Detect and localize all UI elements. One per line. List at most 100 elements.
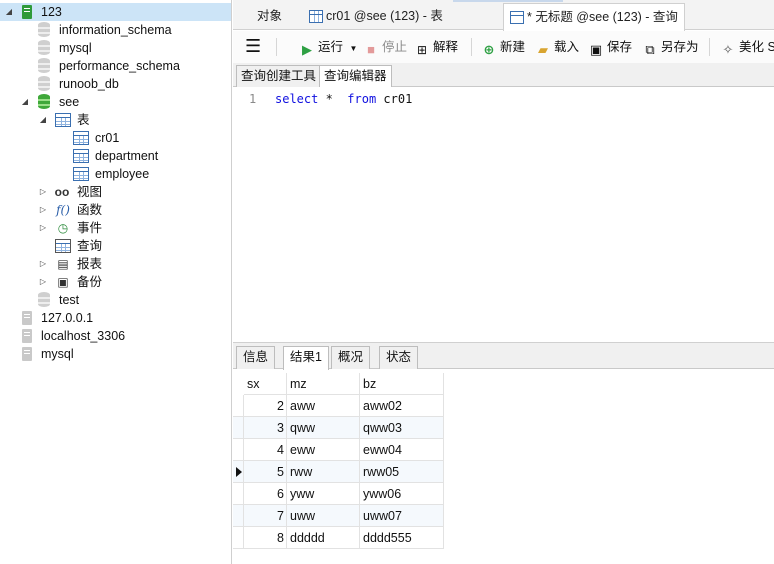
expand-arrow-icon[interactable]: ▷ [38, 187, 48, 197]
grid-cell-bz[interactable]: aww02 [360, 395, 444, 417]
tab-label: * 无标题 @see (123) - 查询 [527, 10, 678, 24]
tree-folder-backups[interactable]: ▷ ▣ 备份 [0, 273, 231, 291]
row-selector[interactable] [233, 417, 244, 439]
sql-keyword: select [275, 92, 319, 106]
tree-db-test[interactable]: test [0, 291, 231, 309]
collapse-arrow-icon[interactable]: ◢ [20, 97, 30, 107]
grid-cell-mz[interactable]: yww [287, 483, 360, 505]
menu-button[interactable]: ☰ [245, 37, 261, 57]
row-selector[interactable] [233, 461, 244, 483]
grid-cell-mz[interactable]: ddddd [287, 527, 360, 549]
new-label: 新建 [500, 40, 526, 54]
tree-db-mysql[interactable]: mysql [0, 39, 231, 57]
load-label: 载入 [554, 40, 580, 54]
tree-connection-localhost[interactable]: localhost_3306 [0, 327, 231, 345]
expand-arrow-icon[interactable]: ▷ [38, 259, 48, 269]
grid-cell-bz[interactable]: dddd555 [360, 527, 444, 549]
tree-connection-123[interactable]: ◢ 123 [0, 3, 231, 21]
tab-profile[interactable]: 概况 [331, 346, 371, 369]
tree-connection-mysql[interactable]: mysql [0, 345, 231, 363]
clock-icon: ◷ [57, 221, 69, 235]
magic-wand-icon: ✧ [722, 42, 734, 57]
tab-query-builder[interactable]: 查询创建工具 [236, 65, 322, 87]
save-button[interactable]: ▣ 保存 [588, 37, 632, 57]
tab-status[interactable]: 状态 [379, 346, 419, 369]
tree-label: 视图 [77, 185, 103, 199]
grid-cell-sx[interactable]: 6 [244, 483, 287, 505]
collapse-arrow-icon[interactable]: ◢ [4, 7, 14, 17]
tab-query-editor[interactable]: 查询编辑器 [319, 65, 392, 88]
tree-table-employee[interactable]: employee [0, 165, 231, 183]
explain-button[interactable]: ⊞ 解释 [414, 37, 458, 57]
tree-folder-views[interactable]: ▷ oo 视图 [0, 183, 231, 201]
expand-arrow-icon[interactable]: ▷ [38, 205, 48, 215]
expand-arrow-icon[interactable]: ▷ [38, 277, 48, 287]
tab-table-cr01[interactable]: cr01 @see (123) - 表 [303, 3, 449, 30]
grid-cell-mz[interactable]: eww [287, 439, 360, 461]
tree-label: 报表 [77, 257, 103, 271]
grid-cell-mz[interactable]: uww [287, 505, 360, 527]
row-selector[interactable] [233, 395, 244, 417]
tree-label: 123 [41, 5, 62, 19]
glasses-icon: oo [54, 185, 70, 199]
server-icon [22, 311, 32, 325]
grid-cell-bz[interactable]: rww05 [360, 461, 444, 483]
row-selector[interactable] [233, 439, 244, 461]
new-button[interactable]: ⊕ 新建 [481, 37, 525, 57]
grid-cell-bz[interactable]: eww04 [360, 439, 444, 461]
grid-cell-mz[interactable]: rww [287, 461, 360, 483]
tab-objects[interactable]: 对象 [251, 3, 288, 30]
load-button[interactable]: ▰ 载入 [535, 37, 579, 57]
stop-button[interactable]: ■ 停止 [363, 37, 407, 57]
tree-table-department[interactable]: department [0, 147, 231, 165]
grid-cell-sx[interactable]: 4 [244, 439, 287, 461]
tree-folder-queries[interactable]: 查询 [0, 237, 231, 255]
tab-untitled-query[interactable]: * 无标题 @see (123) - 查询 [503, 3, 685, 31]
dropdown-arrow-icon[interactable]: ▼ [350, 44, 358, 53]
new-query-icon: ⊕ [483, 42, 495, 57]
column-header-mz[interactable]: mz [287, 373, 360, 395]
tree-label: information_schema [59, 23, 172, 37]
tree-folder-functions[interactable]: ▷ f() 函数 [0, 201, 231, 219]
grid-cell-bz[interactable]: uww07 [360, 505, 444, 527]
grid-cell-sx[interactable]: 2 [244, 395, 287, 417]
grid-cell-sx[interactable]: 7 [244, 505, 287, 527]
tree-db-information-schema[interactable]: information_schema [0, 21, 231, 39]
grid-cell-sx[interactable]: 8 [244, 527, 287, 549]
column-header-sx[interactable]: sx [244, 373, 287, 395]
tree-table-cr01[interactable]: cr01 [0, 129, 231, 147]
tree-connection-127[interactable]: 127.0.0.1 [0, 309, 231, 327]
row-selector[interactable] [233, 527, 244, 549]
grid-cell-bz[interactable]: qww03 [360, 417, 444, 439]
run-button[interactable]: ▶ 运行 ▼ [299, 37, 357, 57]
tree-db-performance-schema[interactable]: performance_schema [0, 57, 231, 75]
tab-label: 状态 [386, 350, 412, 364]
server-icon [22, 347, 32, 361]
tree-folder-events[interactable]: ▷ ◷ 事件 [0, 219, 231, 237]
grid-cell-sx[interactable]: 3 [244, 417, 287, 439]
collapse-arrow-icon[interactable]: ◢ [38, 115, 48, 125]
result-grid[interactable]: sx mz bz 2 aww aww02 3 qww qww03 4 eww eww04 5 rww… [233, 370, 774, 564]
column-header-bz[interactable]: bz [360, 373, 444, 395]
grid-cell-bz[interactable]: yww06 [360, 483, 444, 505]
row-selector[interactable] [233, 483, 244, 505]
tree-db-runoob-db[interactable]: runoob_db [0, 75, 231, 93]
grid-cell-sx[interactable]: 5 [244, 461, 287, 483]
tab-result1[interactable]: 结果1 [283, 346, 329, 370]
tree-label: 备份 [77, 275, 103, 289]
row-selector[interactable] [233, 505, 244, 527]
save-as-button[interactable]: ⧉ 另存为 [642, 37, 698, 57]
save-icon: ▣ [589, 42, 603, 57]
document-tabs: 对象 cr01 @see (123) - 表 * 无标题 @see (123) … [233, 0, 774, 31]
grid-cell-mz[interactable]: aww [287, 395, 360, 417]
sql-editor[interactable]: 1 select * from cr01 [233, 87, 774, 343]
expand-arrow-icon[interactable]: ▷ [38, 223, 48, 233]
tree-folder-tables[interactable]: ◢ 表 [0, 111, 231, 129]
grid-cell-mz[interactable]: qww [287, 417, 360, 439]
stop-label: 停止 [382, 40, 408, 54]
tree-db-see[interactable]: ◢ see [0, 93, 231, 111]
tab-info[interactable]: 信息 [236, 346, 276, 369]
tree-folder-reports[interactable]: ▷ ▤ 报表 [0, 255, 231, 273]
beautify-button[interactable]: ✧ 美化 S [720, 37, 774, 57]
sql-code-line[interactable]: select * from cr01 [275, 92, 412, 106]
